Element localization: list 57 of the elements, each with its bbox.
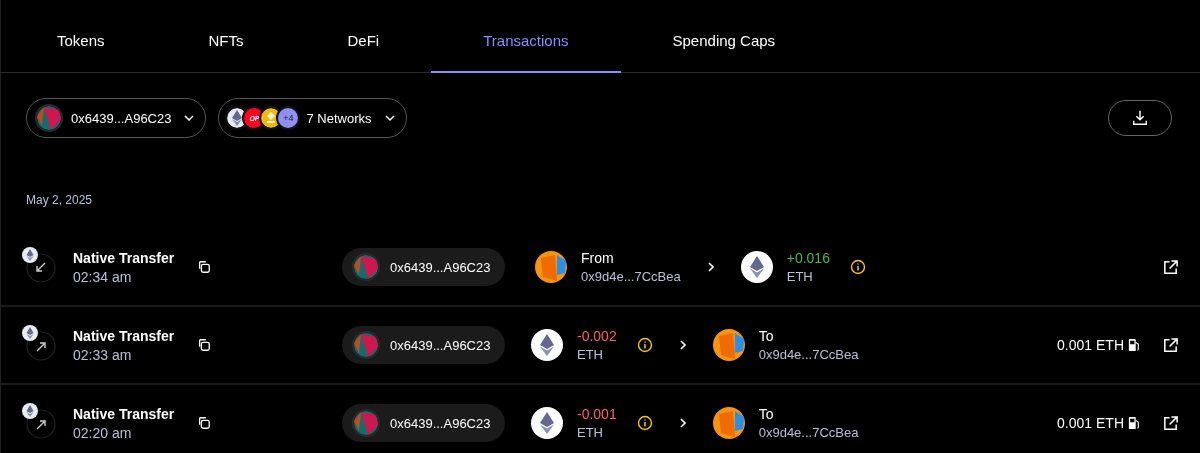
gas-pump-icon xyxy=(1128,338,1140,352)
copy-icon[interactable] xyxy=(197,416,211,430)
gas-fee: 0.001 ETH xyxy=(1057,337,1124,353)
transaction-title: Native Transfer xyxy=(73,405,176,422)
account-address: 0x6439...A96C23 xyxy=(390,415,491,431)
direction-label: From xyxy=(581,250,615,266)
asset-symbol: ETH xyxy=(577,347,604,362)
gas-pump-icon xyxy=(1128,416,1140,430)
address-avatar-icon xyxy=(535,251,567,283)
transaction-time: 02:34 am xyxy=(73,268,133,285)
ethereum-icon xyxy=(531,407,563,439)
ethereum-icon xyxy=(531,329,563,361)
account-avatar-icon xyxy=(35,104,63,132)
info-icon[interactable] xyxy=(849,259,866,275)
asset-symbol: ETH xyxy=(786,269,814,284)
transaction-time: 02:33 am xyxy=(73,346,133,363)
transaction-type-icon xyxy=(22,403,56,439)
transaction-type-icon xyxy=(22,247,56,283)
transaction-title: Native Transfer xyxy=(73,249,176,266)
chevron-down-icon xyxy=(183,112,196,124)
account-avatar-icon xyxy=(352,409,380,437)
transaction-type-icon xyxy=(22,325,56,361)
account-avatar-icon xyxy=(352,331,380,359)
download-icon xyxy=(1131,109,1149,127)
copy-icon[interactable] xyxy=(197,338,211,352)
info-icon[interactable] xyxy=(636,415,653,431)
asset-symbol: ETH xyxy=(577,425,604,440)
external-link-icon[interactable] xyxy=(1162,414,1179,432)
counterparty-address: 0x9d4e...7CcBea xyxy=(581,269,681,284)
address-avatar-icon xyxy=(712,329,745,361)
direction-label: To xyxy=(758,406,775,422)
info-icon[interactable] xyxy=(636,337,653,353)
account-address: 0x6439...A96C23 xyxy=(390,259,491,275)
amount: -0.001 xyxy=(577,406,617,422)
direction-label: To xyxy=(758,328,775,344)
tab[interactable]: NFTs xyxy=(156,0,296,73)
tab[interactable]: Transactions xyxy=(431,0,621,73)
transaction-time: 02:20 am xyxy=(73,424,133,441)
tab[interactable]: Spending Caps xyxy=(620,0,828,73)
external-link-icon[interactable] xyxy=(1162,336,1179,354)
counterparty-address: 0x9d4e...7CcBea xyxy=(758,347,859,362)
amount: -0.002 xyxy=(577,328,617,344)
transaction-title: Native Transfer xyxy=(73,327,176,344)
tab[interactable]: Tokens xyxy=(5,0,157,73)
copy-icon[interactable] xyxy=(197,260,211,274)
account-address: 0x6439...A96C23 xyxy=(390,337,491,353)
address-avatar-icon xyxy=(712,407,745,439)
tab[interactable]: DeFi xyxy=(295,0,432,73)
network-count-badge: +4 xyxy=(278,108,299,128)
ethereum-icon xyxy=(740,251,773,283)
date-heading: May 2, 2025 xyxy=(25,192,94,209)
gas-fee: 0.001 ETH xyxy=(1057,415,1124,431)
chevron-down-icon xyxy=(383,112,396,124)
external-link-icon[interactable] xyxy=(1162,258,1179,276)
account-avatar-icon xyxy=(352,253,380,281)
amount: +0.016 xyxy=(786,250,830,266)
counterparty-address: 0x9d4e...7CcBea xyxy=(758,425,859,440)
